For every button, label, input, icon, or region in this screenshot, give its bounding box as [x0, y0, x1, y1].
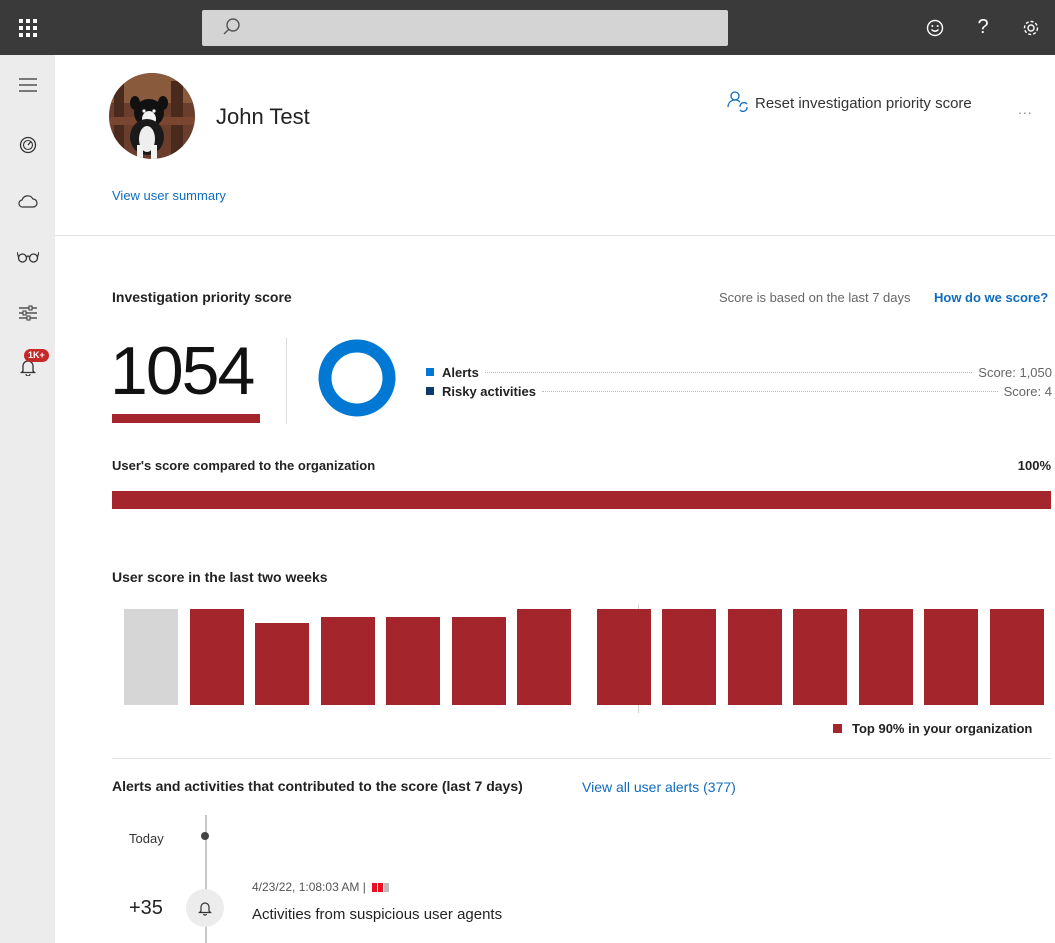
dashboard-icon[interactable]	[0, 125, 55, 165]
history-bar-chart	[112, 605, 1051, 715]
reset-score-button[interactable]: Reset investigation priority score	[727, 90, 972, 116]
reset-user-icon	[727, 90, 749, 116]
legend-risky-activities: Risky activities Score: 4	[426, 383, 1052, 399]
smiley-icon[interactable]	[911, 0, 959, 55]
legend-swatch	[426, 387, 434, 395]
score-basis-note: Score is based on the last 7 days	[719, 290, 911, 305]
legend-score: Score: 1,050	[978, 364, 1052, 380]
more-options-button[interactable]: ...	[1018, 101, 1033, 117]
left-nav-rail: 1K+	[0, 55, 55, 943]
history-bar[interactable]	[793, 609, 847, 705]
severity-indicator	[371, 882, 390, 892]
timeline-dot	[201, 832, 209, 840]
legend-label: Top 90% in your organization	[852, 721, 1033, 736]
history-bar[interactable]	[596, 609, 651, 705]
leader-dots	[484, 371, 973, 373]
app-launcher-icon[interactable]	[0, 0, 55, 55]
main-content: John Test Reset investigation priority s…	[55, 55, 1055, 943]
alerts-count-badge: 1K+	[24, 349, 49, 362]
view-user-summary-link[interactable]: View user summary	[112, 188, 226, 203]
org-compare-bar	[112, 491, 1051, 509]
legend-swatch	[426, 368, 434, 376]
divider	[286, 338, 287, 424]
search-input[interactable]	[202, 10, 728, 46]
history-bar[interactable]	[727, 609, 782, 705]
history-bar[interactable]	[320, 617, 375, 705]
alert-score-delta: +35	[129, 897, 163, 919]
org-compare-bar-fill	[112, 491, 1051, 509]
alert-title-link[interactable]: Activities from suspicious user agents	[252, 906, 502, 923]
priority-score-value: 1054	[110, 333, 255, 409]
history-bar[interactable]	[451, 617, 506, 705]
history-chart-title: User score in the last two weeks	[112, 569, 328, 585]
alert-time-text: 4/23/22, 1:08:03 AM |	[252, 880, 366, 894]
history-bar[interactable]	[858, 609, 913, 705]
legend-swatch	[833, 724, 842, 733]
cloud-icon[interactable]	[0, 181, 55, 221]
leader-dots	[541, 390, 998, 392]
history-bar[interactable]	[924, 609, 978, 705]
view-all-alerts-link[interactable]: View all user alerts (377)	[582, 779, 736, 795]
history-bar[interactable]	[386, 617, 440, 705]
legend-label: Alerts	[442, 364, 479, 380]
history-bar[interactable]	[255, 623, 309, 705]
score-underline	[112, 414, 260, 423]
user-name: John Test	[216, 104, 310, 129]
top-bar: ?	[0, 0, 1055, 55]
history-bar[interactable]	[124, 609, 178, 705]
history-bar[interactable]	[662, 609, 716, 705]
alerts-bell-icon[interactable]: 1K+	[0, 347, 55, 387]
alert-timestamp: 4/23/22, 1:08:03 AM |	[252, 880, 390, 894]
help-icon[interactable]: ?	[959, 0, 1007, 55]
legend-label: Risky activities	[442, 383, 536, 399]
menu-icon[interactable]	[0, 65, 55, 105]
history-bar[interactable]	[989, 609, 1044, 705]
divider	[55, 235, 1055, 236]
search-icon	[222, 17, 242, 42]
history-legend: Top 90% in your organization	[833, 721, 1032, 736]
history-bar[interactable]	[517, 609, 571, 705]
score-breakdown-donut	[318, 339, 396, 422]
settings-sliders-icon[interactable]	[0, 293, 55, 333]
avatar	[109, 73, 195, 159]
how-do-we-score-link[interactable]: How do we score?	[934, 290, 1048, 305]
alert-bell-icon	[186, 889, 224, 927]
legend-alerts: Alerts Score: 1,050	[426, 364, 1052, 380]
glasses-icon[interactable]	[0, 237, 55, 277]
history-bar[interactable]	[189, 609, 244, 705]
alerts-section-title: Alerts and activities that contributed t…	[112, 778, 523, 794]
org-compare-label: User's score compared to the organizatio…	[112, 458, 376, 473]
gear-icon[interactable]	[1007, 0, 1055, 55]
timeline-today-label: Today	[129, 831, 164, 846]
divider	[112, 758, 1051, 759]
priority-score-title: Investigation priority score	[112, 289, 292, 305]
org-compare-percent: 100%	[1017, 458, 1051, 473]
legend-score: Score: 4	[1003, 383, 1052, 399]
reset-score-label: Reset investigation priority score	[755, 94, 972, 112]
